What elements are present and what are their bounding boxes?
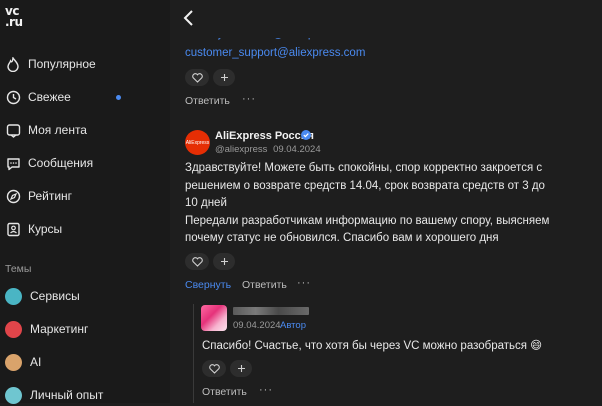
sidebar: vc .ru Популярное Свежее Моя лента Сообщ… — [0, 0, 170, 404]
like-button[interactable] — [202, 360, 226, 377]
comment-date: 09.04.2024 — [273, 144, 321, 155]
thread-line — [193, 304, 194, 403]
nav-item-rating[interactable]: Рейтинг — [5, 184, 72, 208]
nav-item-courses[interactable]: Курсы — [5, 217, 62, 241]
author-meta: @aliexpress 09.04.2024 — [215, 144, 321, 155]
reply-button[interactable]: Ответить — [202, 386, 247, 398]
reply-author-avatar[interactable] — [201, 305, 227, 331]
reply-button[interactable]: Ответить — [185, 95, 230, 107]
nav-label: Рейтинг — [28, 189, 73, 203]
heart-icon — [191, 256, 203, 267]
services-avatar-icon — [5, 287, 22, 305]
add-reaction-button[interactable] — [230, 360, 252, 377]
theme-item-marketing[interactable]: Маркетинг — [5, 318, 88, 340]
author-name[interactable]: AliExpress Россия — [215, 130, 314, 142]
nav-label: Курсы — [28, 222, 63, 236]
personal-avatar-icon — [5, 386, 22, 404]
heart-icon — [208, 363, 220, 374]
add-reaction-button[interactable] — [213, 69, 235, 86]
add-reaction-button[interactable] — [213, 253, 235, 270]
ai-avatar-icon — [5, 353, 22, 371]
support-email-link[interactable]: customer_support@aliexpress.com — [185, 47, 365, 59]
author-avatar[interactable]: AliExpress — [185, 130, 210, 155]
back-button[interactable] — [182, 9, 196, 27]
theme-label: Маркетинг — [30, 322, 89, 336]
comment-body: Здравствуйте! Можете быть спокойны, спор… — [185, 160, 553, 248]
more-icon[interactable]: ··· — [297, 277, 311, 289]
theme-label: AI — [30, 355, 42, 369]
comment-paragraph-2: Передали разработчикам информацию по ваш… — [185, 214, 550, 245]
marketing-avatar-icon — [5, 320, 22, 338]
nav-item-popular[interactable]: Популярное — [5, 52, 96, 76]
verified-icon — [301, 130, 311, 140]
author-badge: Автор — [280, 320, 306, 331]
nav-item-my-feed[interactable]: Моя лента — [5, 118, 87, 142]
plus-icon — [220, 74, 228, 81]
logo-line-2: .ru — [5, 15, 23, 29]
nav-item-messages[interactable]: Сообщения — [5, 151, 93, 175]
collapse-button[interactable]: Свернуть — [185, 279, 231, 291]
theme-item-services[interactable]: Сервисы — [5, 285, 80, 307]
nav-label: Популярное — [28, 57, 96, 71]
heart-icon — [191, 72, 203, 83]
more-icon[interactable]: ··· — [242, 93, 256, 105]
theme-label: Сервисы — [30, 289, 80, 303]
avatar-text: AliExpress — [185, 139, 210, 146]
nav-label: Моя лента — [28, 123, 87, 137]
nav-label: Свежее — [28, 90, 71, 104]
like-button[interactable] — [185, 69, 209, 86]
feed-icon — [5, 122, 21, 138]
theme-label: Личный опыт — [30, 388, 104, 402]
theme-item-ai[interactable]: AI — [5, 351, 41, 373]
chat-icon — [5, 155, 21, 171]
clock-icon — [5, 89, 21, 105]
themes-header: Темы — [5, 263, 32, 275]
fire-icon — [5, 56, 21, 72]
courses-icon — [5, 221, 21, 237]
like-button[interactable] — [185, 253, 209, 270]
chevron-left-icon — [183, 10, 193, 26]
author-handle: @aliexpress — [215, 144, 268, 155]
more-icon[interactable]: ··· — [259, 384, 273, 396]
reply-author-name-blurred — [233, 307, 309, 315]
unread-dot — [116, 95, 121, 100]
plus-icon — [220, 258, 228, 265]
nav-label: Сообщения — [28, 156, 94, 170]
plus-icon — [237, 365, 245, 372]
compass-icon — [5, 188, 21, 204]
top-bar — [170, 0, 602, 38]
vc-logo[interactable]: vc .ru — [5, 5, 25, 30]
reply-button[interactable]: Ответить — [242, 279, 287, 291]
reply-date: 09.04.2024 — [233, 320, 281, 331]
reply-body: Спасибо! Счастье, что хотя бы через VC м… — [202, 340, 543, 352]
comment-paragraph-1: Здравствуйте! Можете быть спокойны, спор… — [185, 162, 545, 209]
nav-item-fresh[interactable]: Свежее — [5, 85, 71, 109]
